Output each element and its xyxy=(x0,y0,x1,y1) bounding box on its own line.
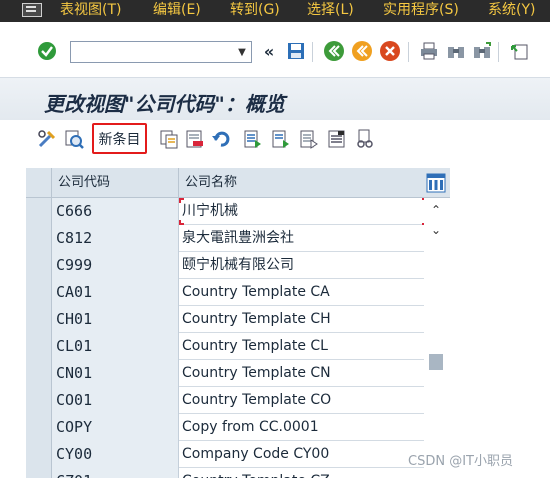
menu-system[interactable]: 系统(Y) xyxy=(488,0,535,22)
table-row[interactable]: C812 泉大電訊豊洲会社 xyxy=(26,225,424,252)
company-name-cell[interactable]: Country Template CH xyxy=(179,306,424,333)
undo-change-icon[interactable] xyxy=(210,128,232,150)
company-name-cell[interactable]: Country Template CO xyxy=(179,387,424,414)
row-selector[interactable] xyxy=(26,387,52,414)
scroll-thumb[interactable] xyxy=(429,354,443,370)
company-code-cell: C812 xyxy=(52,225,179,252)
print-icon[interactable] xyxy=(418,40,440,62)
company-code-cell: CN01 xyxy=(52,360,179,387)
select-all-icon[interactable] xyxy=(242,128,264,150)
row-selector[interactable] xyxy=(26,198,52,225)
deselect-all-icon[interactable] xyxy=(298,128,320,150)
table-row[interactable]: C666 川宁机械 xyxy=(26,198,427,225)
row-selector[interactable] xyxy=(26,414,52,441)
table-row[interactable]: CY00 Company Code CY00 xyxy=(26,441,424,468)
back-icon[interactable] xyxy=(323,40,345,62)
company-name-cell[interactable]: 泉大電訊豊洲会社 xyxy=(179,225,424,252)
menu-goto[interactable]: 转到(G) xyxy=(230,0,280,22)
company-code-cell: CO01 xyxy=(52,387,179,414)
table-row[interactable]: CA01 Country Template CA xyxy=(26,279,424,306)
copy-as-icon[interactable] xyxy=(158,128,180,150)
company-name-cell[interactable]: 颐宁机械有限公司 xyxy=(179,252,424,279)
table-row[interactable]: CL01 Country Template CL xyxy=(26,333,424,360)
cancel-icon[interactable] xyxy=(379,40,401,62)
table-row[interactable]: COPY Copy from CC.0001 xyxy=(26,414,424,441)
double-left-chevron-icon[interactable]: « xyxy=(258,40,280,62)
company-code-cell: CA01 xyxy=(52,279,179,306)
table-row[interactable]: CH01 Country Template CH xyxy=(26,306,424,333)
row-selector[interactable] xyxy=(26,279,52,306)
row-selector[interactable] xyxy=(26,360,52,387)
company-code-cell: CY00 xyxy=(52,441,179,468)
company-code-cell: C666 xyxy=(52,198,179,225)
select-block-icon[interactable] xyxy=(270,128,292,150)
table-row[interactable]: CZ01 Country Template CZ xyxy=(26,468,424,478)
watermark: CSDN @IT小职员 xyxy=(408,454,513,469)
company-name-cell[interactable]: Country Template CZ xyxy=(179,468,424,478)
row-selector[interactable] xyxy=(26,468,52,478)
menu-system-icon[interactable] xyxy=(22,3,42,17)
standard-toolbar: ▼ « xyxy=(0,22,550,78)
scroll-up-icon[interactable]: ⌃ xyxy=(430,203,442,217)
menu-edit[interactable]: 编辑(E) xyxy=(153,0,201,22)
change-log-icon[interactable] xyxy=(354,128,376,150)
row-selector[interactable] xyxy=(26,333,52,360)
vertical-scrollbar[interactable]: ⌃ ⌄ xyxy=(424,198,448,478)
find-icon[interactable] xyxy=(445,40,467,62)
new-entries-button[interactable]: 新条目 xyxy=(92,123,147,154)
table-row[interactable]: CN01 Country Template CN xyxy=(26,360,424,387)
company-code-cell: COPY xyxy=(52,414,179,441)
company-code-cell: CL01 xyxy=(52,333,179,360)
company-name-cell[interactable]: Country Template CA xyxy=(179,279,424,306)
menu-utilities[interactable]: 实用程序(S) xyxy=(383,0,459,22)
company-name-cell[interactable]: Country Template CL xyxy=(179,333,424,360)
print-list-icon[interactable] xyxy=(326,128,348,150)
menu-table-view[interactable]: 表视图(T) xyxy=(60,0,121,22)
column-header-name[interactable]: 公司名称 xyxy=(179,168,424,198)
company-name-cell[interactable]: Copy from CC.0001 xyxy=(179,414,424,441)
command-input[interactable] xyxy=(71,42,231,62)
focus-corner xyxy=(179,198,184,203)
chevron-down-icon[interactable]: ▼ xyxy=(235,45,249,59)
company-name-cell[interactable]: Country Template CN xyxy=(179,360,424,387)
check-circle-icon[interactable] xyxy=(36,40,58,62)
display-change-icon[interactable] xyxy=(36,128,58,150)
save-icon[interactable] xyxy=(285,40,307,62)
company-code-cell: CZ01 xyxy=(52,468,179,478)
delete-icon[interactable] xyxy=(184,128,206,150)
command-field[interactable]: ▼ xyxy=(70,41,252,63)
first-page-icon[interactable] xyxy=(508,40,530,62)
table-row[interactable]: CO01 Country Template CO xyxy=(26,387,424,414)
table-header: 公司代码 公司名称 xyxy=(26,168,450,198)
row-selector[interactable] xyxy=(26,306,52,333)
company-code-cell: CH01 xyxy=(52,306,179,333)
menu-bar: 表视图(T) 编辑(E) 转到(G) 选择(L) 实用程序(S) 系统(Y) xyxy=(0,0,550,22)
find-next-icon[interactable] xyxy=(471,40,493,62)
details-icon[interactable] xyxy=(63,128,85,150)
exit-icon[interactable] xyxy=(351,40,373,62)
application-toolbar: 新条目 xyxy=(0,120,550,158)
row-selector[interactable] xyxy=(26,225,52,252)
menu-selection[interactable]: 选择(L) xyxy=(307,0,354,22)
row-selector[interactable] xyxy=(26,252,52,279)
page-title: 更改视图"公司代码"：概览 xyxy=(44,92,285,116)
title-bar: 更改视图"公司代码"：概览 xyxy=(0,78,550,120)
table-settings-icon[interactable] xyxy=(426,173,446,193)
company-code-cell: C999 xyxy=(52,252,179,279)
company-name-cell[interactable]: Company Code CY00 xyxy=(179,441,424,468)
company-name-cell[interactable]: 川宁机械 xyxy=(179,198,424,225)
select-all-column[interactable] xyxy=(26,168,52,198)
scroll-down-icon[interactable]: ⌄ xyxy=(430,223,442,237)
row-selector[interactable] xyxy=(26,441,52,468)
column-header-code[interactable]: 公司代码 xyxy=(52,168,179,198)
company-code-table: 公司代码 公司名称 C666 川宁机械 C812 泉大電訊豊洲会社 C999 颐… xyxy=(26,168,450,478)
table-row[interactable]: C999 颐宁机械有限公司 xyxy=(26,252,424,279)
